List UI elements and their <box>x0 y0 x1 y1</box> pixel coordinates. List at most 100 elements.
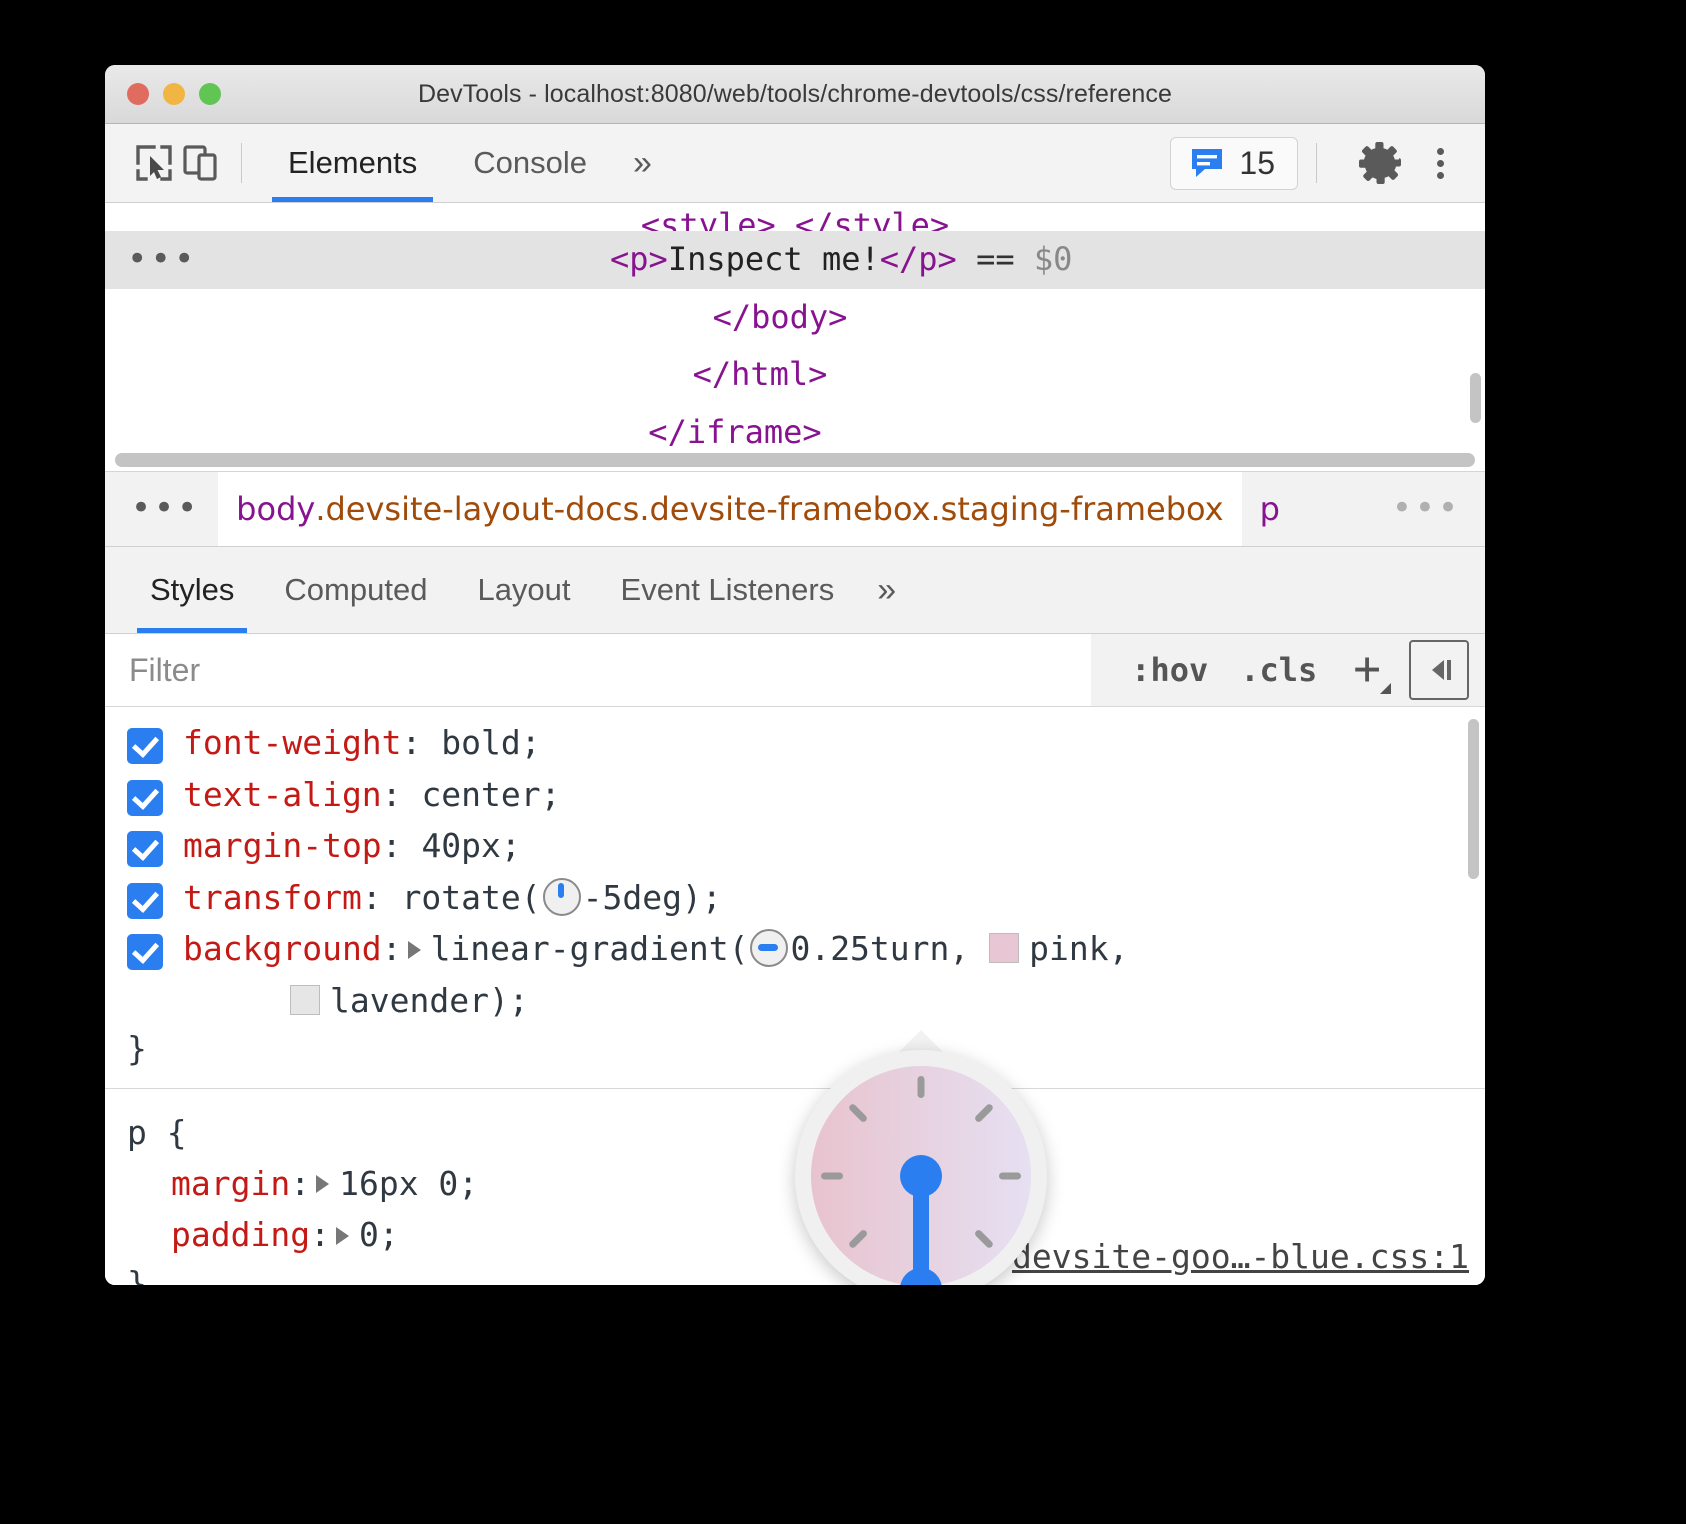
dom-node-selected[interactable]: ••• <p>Inspect me!</p> == $0 <box>105 231 1485 289</box>
more-tabs-chevron-icon[interactable]: » <box>615 124 670 202</box>
color-name-pink[interactable]: pink, <box>1029 929 1128 968</box>
declaration-checkbox[interactable] <box>127 883 163 919</box>
dropdown-triangle-icon <box>1380 683 1391 694</box>
dom-node-text: Inspect me! <box>668 240 880 278</box>
devtools-toolbar: Elements Console » 15 <box>105 124 1485 203</box>
dom-close-tag: </p> <box>880 240 957 278</box>
declaration-property[interactable]: font-weight <box>183 723 402 762</box>
breadcrumb-element-name: body <box>236 490 315 528</box>
declaration-checkbox[interactable] <box>127 831 163 867</box>
pane-tab-layout[interactable]: Layout <box>452 547 595 633</box>
breadcrumb-item-p[interactable]: p <box>1242 472 1298 546</box>
dom-eq-label: == <box>976 240 1015 278</box>
declaration-value-angle[interactable]: 0.25turn, <box>790 929 989 968</box>
declaration-font-weight[interactable]: font-weight: bold; <box>105 717 1485 769</box>
declaration-transform[interactable]: transform: rotate(-5deg); <box>105 872 1485 924</box>
toolbar-divider <box>241 143 242 183</box>
breadcrumb-trail-ellipsis[interactable]: ••• <box>1368 502 1485 516</box>
angle-swatch-icon[interactable] <box>750 929 788 967</box>
search-input[interactable] <box>105 634 1091 706</box>
declaration-margin-top[interactable]: margin-top: 40px; <box>105 820 1485 872</box>
pane-tab-computed[interactable]: Computed <box>259 547 452 633</box>
dom-ref-label: $0 <box>1034 240 1073 278</box>
declaration-value[interactable]: center; <box>421 775 560 814</box>
dom-equals <box>957 240 976 278</box>
element-classes-button[interactable]: .cls <box>1224 651 1333 689</box>
inspect-element-icon[interactable] <box>131 140 177 186</box>
angle-tick <box>918 1076 925 1098</box>
dom-node-html-close[interactable]: </html> <box>105 346 1485 404</box>
stylesheet-source-link[interactable]: devsite-goo…-blue.css:1 <box>1012 1237 1469 1276</box>
tab-elements[interactable]: Elements <box>260 124 445 202</box>
angle-needle-hub <box>900 1155 942 1197</box>
declaration-checkbox[interactable] <box>127 780 163 816</box>
expand-arrow-icon[interactable] <box>316 1175 329 1193</box>
expand-arrow-icon[interactable] <box>336 1227 349 1245</box>
color-swatch-pink[interactable] <box>989 933 1019 963</box>
styles-filter-buttons: :hov .cls + <box>1091 634 1485 706</box>
color-swatch-lavender[interactable] <box>290 985 320 1015</box>
plus-icon: + <box>1353 641 1381 695</box>
declaration-property[interactable]: background <box>183 929 382 968</box>
dom-collapse-ellipsis[interactable]: ••• <box>127 251 197 268</box>
kebab-menu-icon[interactable] <box>1417 138 1463 188</box>
dom-tree-horizontal-scrollbar[interactable] <box>105 453 1485 467</box>
hover-state-button[interactable]: :hov <box>1115 651 1224 689</box>
sidebar-pane-tabs: Styles Computed Layout Event Listeners » <box>105 547 1485 634</box>
dom-tree: <style>…</style> ••• <p>Inspect me!</p> … <box>105 203 1485 472</box>
message-count-button[interactable]: 15 <box>1170 137 1298 190</box>
toggle-sidebar-icon[interactable] <box>1409 640 1469 700</box>
breadcrumb-item-body[interactable]: body.devsite-layout-docs.devsite-framebo… <box>218 472 1241 546</box>
angle-tick <box>999 1173 1021 1180</box>
toolbar-right-group: 15 <box>1170 137 1463 190</box>
declaration-value-prefix: rotate( <box>402 878 541 917</box>
declaration-property[interactable]: transform <box>183 878 362 917</box>
declaration-property[interactable]: text-align <box>183 775 382 814</box>
devtools-window: DevTools - localhost:8080/web/tools/chro… <box>105 65 1485 1285</box>
device-toolbar-icon[interactable] <box>177 140 223 186</box>
declaration-background-wrap: lavender); <box>105 975 1485 1027</box>
gear-icon[interactable] <box>1355 138 1405 188</box>
panel-tabs: Elements Console » <box>260 124 670 202</box>
angle-swatch-icon[interactable] <box>543 878 581 916</box>
declaration-property[interactable]: padding <box>171 1215 310 1254</box>
pane-more-chevron-icon[interactable]: » <box>859 547 914 633</box>
pane-tab-styles[interactable]: Styles <box>125 547 259 633</box>
message-bubble-icon <box>1189 146 1225 180</box>
breadcrumb-lead-ellipsis[interactable]: ••• <box>105 502 218 516</box>
declaration-value[interactable]: bold; <box>441 723 540 762</box>
declaration-value[interactable]: 40px; <box>421 826 520 865</box>
window-title-bar: DevTools - localhost:8080/web/tools/chro… <box>105 65 1485 124</box>
declaration-background[interactable]: background:linear-gradient(0.25turn, pin… <box>105 923 1485 975</box>
angle-tick <box>821 1173 843 1180</box>
toolbar-divider-2 <box>1316 143 1317 183</box>
declaration-checkbox[interactable] <box>127 728 163 764</box>
dom-node-body-close[interactable]: </body> <box>105 289 1485 347</box>
declaration-property[interactable]: margin <box>171 1164 290 1203</box>
dom-tree-vertical-scrollbar[interactable] <box>1470 373 1481 423</box>
dom-node-style-clipped[interactable]: <style>…</style> <box>105 203 1485 231</box>
window-title: DevTools - localhost:8080/web/tools/chro… <box>105 80 1485 109</box>
close-button[interactable] <box>127 83 149 105</box>
declaration-checkbox[interactable] <box>127 934 163 970</box>
minimize-button[interactable] <box>163 83 185 105</box>
styles-vertical-scrollbar[interactable] <box>1468 719 1479 879</box>
new-style-rule-button[interactable]: + <box>1333 652 1395 688</box>
declaration-value[interactable]: 16px 0; <box>339 1164 478 1203</box>
expand-arrow-icon[interactable] <box>408 941 421 959</box>
declaration-value-prefix: linear-gradient( <box>431 929 749 968</box>
declaration-value-suffix[interactable]: -5deg); <box>583 878 722 917</box>
zoom-button[interactable] <box>199 83 221 105</box>
dom-node-selected-content: <p>Inspect me!</p> == $0 <box>197 235 1485 285</box>
declaration-property[interactable]: margin-top <box>183 826 382 865</box>
color-name-lavender[interactable]: lavender); <box>330 981 529 1020</box>
angle-picker-dial[interactable] <box>795 1050 1047 1285</box>
declaration-value[interactable]: 0; <box>359 1215 399 1254</box>
tab-console[interactable]: Console <box>445 124 615 202</box>
angle-picker-pointer-arrow <box>899 1030 943 1052</box>
declaration-text-align[interactable]: text-align: center; <box>105 769 1485 821</box>
message-count-label: 15 <box>1239 145 1275 182</box>
breadcrumb: ••• body.devsite-layout-docs.devsite-fra… <box>105 472 1485 547</box>
pane-tab-event-listeners[interactable]: Event Listeners <box>596 547 860 633</box>
styles-filter-row: :hov .cls + <box>105 634 1485 707</box>
